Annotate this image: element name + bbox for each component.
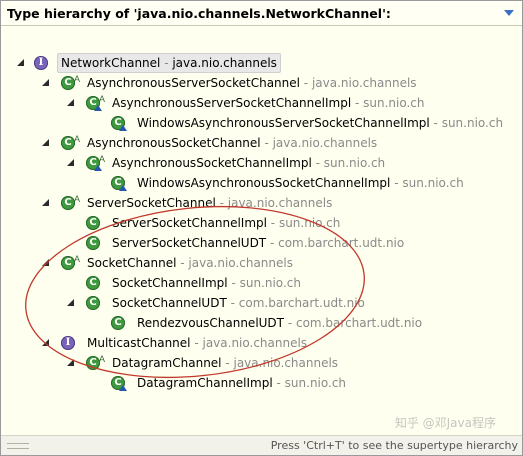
- abstract-class-icon: A: [61, 74, 80, 90]
- expand-twisty-icon[interactable]: [67, 99, 74, 106]
- expand-twisty-icon[interactable]: [67, 299, 74, 306]
- abstract-class-icon: A: [86, 154, 105, 171]
- expand-twisty-icon[interactable]: [42, 79, 49, 86]
- interface-icon: [61, 336, 75, 350]
- tree-item-label: ServerSocketChannelUDT - com.barchart.ud…: [112, 236, 405, 250]
- class-icon: [86, 216, 100, 230]
- tree-item-label: AsynchronousSocketChannel - java.nio.cha…: [87, 136, 378, 150]
- tree-item-label: ServerSocketChannelImpl - sun.nio.ch: [112, 216, 341, 230]
- status-hint: Press 'Ctrl+T' to see the supertype hier…: [270, 439, 518, 452]
- tree-item-label: WindowsAsynchronousSocketChannelImpl - s…: [137, 176, 464, 190]
- tree-item-label: NetworkChannel - java.nio.channels: [57, 53, 281, 73]
- class-icon: [111, 316, 125, 330]
- expand-twisty-icon[interactable]: [42, 339, 49, 346]
- tree-item-label: DatagramChannel - java.nio.channels: [112, 356, 339, 370]
- hierarchy-tree: NetworkChannel - java.nio.channels A Asy…: [1, 53, 522, 413]
- tree-item-label: AsynchronousSocketChannelImpl - sun.nio.…: [112, 156, 386, 170]
- expand-twisty-icon[interactable]: [17, 59, 24, 66]
- class-icon: [86, 296, 100, 310]
- interface-icon: [34, 56, 48, 70]
- expand-twisty-icon[interactable]: [42, 199, 49, 206]
- tree-item-label: SocketChannelUDT - com.barchart.udt.nio: [112, 296, 365, 310]
- tree-item-label: MulticastChannel - java.nio.channels: [87, 336, 308, 350]
- tree-item-label: SocketChannel - java.nio.channels: [87, 256, 293, 270]
- class-icon: [111, 116, 127, 131]
- status-bar: Press 'Ctrl+T' to see the supertype hier…: [1, 435, 522, 455]
- class-icon: [86, 236, 100, 250]
- abstract-class-icon: A: [86, 354, 105, 370]
- popup-header: Type hierarchy of 'java.nio.channels.Net…: [1, 1, 522, 26]
- tree-item-label: RendezvousChannelUDT - com.barchart.udt.…: [137, 316, 423, 330]
- tree-item-label: DatagramChannelImpl - sun.nio.ch: [137, 376, 347, 390]
- expand-twisty-icon[interactable]: [67, 159, 74, 166]
- popup-title: Type hierarchy of 'java.nio.channels.Net…: [7, 6, 391, 21]
- abstract-class-icon: A: [61, 194, 80, 210]
- abstract-class-icon: A: [86, 94, 105, 111]
- tree-item-label: SocketChannelImpl - sun.nio.ch: [112, 276, 301, 290]
- class-icon: [86, 276, 100, 290]
- tree-item-label: AsynchronousServerSocketChannel - java.n…: [87, 76, 417, 90]
- abstract-class-icon: A: [61, 254, 80, 270]
- tree-item-label: WindowsAsynchronousServerSocketChannelIm…: [137, 116, 504, 130]
- resize-grip-icon[interactable]: [7, 443, 29, 449]
- expand-twisty-icon[interactable]: [42, 139, 49, 146]
- view-menu-chevron-down-icon[interactable]: [504, 10, 514, 16]
- abstract-class-icon: A: [61, 134, 80, 150]
- class-icon: [111, 376, 127, 391]
- expand-twisty-icon[interactable]: [42, 259, 49, 266]
- type-hierarchy-popup: Type hierarchy of 'java.nio.channels.Net…: [0, 0, 523, 456]
- expand-twisty-icon[interactable]: [67, 359, 74, 366]
- class-icon: [111, 176, 127, 191]
- watermark-text: 知乎 @邓Java程序: [394, 416, 496, 430]
- tree-item-label: ServerSocketChannel - java.nio.channels: [87, 196, 333, 210]
- tree-item-label: AsynchronousServerSocketChannelImpl - su…: [112, 96, 425, 110]
